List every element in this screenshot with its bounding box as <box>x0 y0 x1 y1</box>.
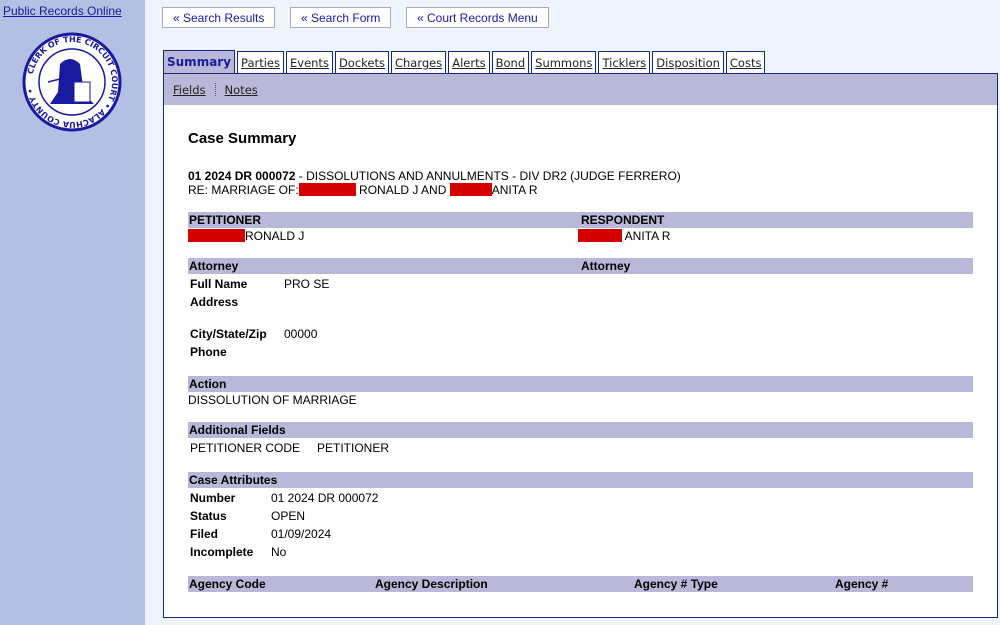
tab-events[interactable]: Events <box>286 51 333 74</box>
action-value: DISSOLUTION OF MARRIAGE <box>188 393 357 407</box>
petitioner-name-text: RONALD J <box>245 229 305 243</box>
petitioner-code-value: PETITIONER <box>317 441 390 455</box>
tab-ticklers[interactable]: Ticklers <box>598 51 651 74</box>
redaction <box>298 183 356 196</box>
re-prefix: RE: MARRIAGE OF: <box>188 183 299 197</box>
status-label: Status <box>190 509 227 523</box>
tab-summons[interactable]: Summons <box>531 51 597 74</box>
case-attributes-header: Case Attributes <box>188 472 973 488</box>
public-records-online-link[interactable]: Public Records Online <box>3 4 122 18</box>
sub-navigation: Fields Notes <box>164 74 997 105</box>
search-form-button[interactable]: « Search Form <box>290 7 392 28</box>
re-petitioner: RONALD J AND <box>355 183 450 197</box>
subnav-notes[interactable]: Notes <box>225 83 258 97</box>
tab-bar: Summary Parties Events Dockets Charges A… <box>163 50 766 74</box>
petitioner-header: PETITIONER <box>189 213 262 227</box>
case-heading: 01 2024 DR 000072 - DISSOLUTIONS AND ANN… <box>188 169 681 197</box>
search-results-button[interactable]: « Search Results <box>162 7 276 28</box>
sidebar: Public Records Online CLERK OF THE CIRCU… <box>0 0 145 625</box>
page-title: Case Summary <box>188 130 297 147</box>
status-value: OPEN <box>271 509 306 523</box>
respondent-name: ANITA R <box>578 229 670 243</box>
clerk-seal-logo: CLERK OF THE CIRCUIT COURT • ALACHUA COU… <box>22 32 122 132</box>
incomplete-label: Incomplete <box>190 545 254 559</box>
attorney-header-right: Attorney <box>581 259 631 273</box>
tab-summary[interactable]: Summary <box>163 50 236 74</box>
court-records-menu-button[interactable]: « Court Records Menu <box>406 7 549 28</box>
parties-header: PETITIONER RESPONDENT <box>188 212 973 228</box>
filed-label: Filed <box>190 527 219 541</box>
petitioner-name: RONALD J <box>188 229 304 243</box>
redaction <box>188 229 245 242</box>
respondent-header: RESPONDENT <box>581 213 665 227</box>
case-description: - DISSOLUTIONS AND ANNULMENTS - DIV DR2 … <box>295 169 681 183</box>
divider <box>214 83 216 96</box>
respondent-name-text: ANITA R <box>624 229 671 243</box>
col-agency-number: Agency # <box>835 577 889 591</box>
full-name-value: PRO SE <box>284 277 330 291</box>
action-header: Action <box>188 376 973 392</box>
phone-label: Phone <box>190 345 227 359</box>
redaction <box>449 183 492 196</box>
content-panel: Fields Notes Case Summary 01 2024 DR 0000… <box>163 73 998 618</box>
case-number: 01 2024 DR 000072 <box>188 169 296 183</box>
tab-dockets[interactable]: Dockets <box>334 51 389 74</box>
petitioner-code-label: PETITIONER CODE <box>190 441 301 455</box>
city-label: City/State/Zip <box>190 327 267 341</box>
additional-fields-header: Additional Fields <box>188 422 973 438</box>
tab-costs[interactable]: Costs <box>725 51 766 74</box>
tab-bond[interactable]: Bond <box>491 51 530 74</box>
col-agency-type: Agency # Type <box>634 577 718 591</box>
col-agency-description: Agency Description <box>375 577 488 591</box>
number-label: Number <box>190 491 236 505</box>
tab-disposition[interactable]: Disposition <box>652 51 724 74</box>
city-value: 00000 <box>284 327 318 341</box>
re-respondent: ANITA R <box>491 183 538 197</box>
subnav-fields[interactable]: Fields <box>173 83 206 97</box>
redaction <box>578 229 622 242</box>
incomplete-value: No <box>271 545 287 559</box>
tab-alerts[interactable]: Alerts <box>448 51 490 74</box>
attorney-header: Attorney Attorney <box>188 258 973 274</box>
tab-charges[interactable]: Charges <box>390 51 447 74</box>
full-name-label: Full Name <box>190 277 248 291</box>
col-agency-code: Agency Code <box>189 577 266 591</box>
address-label: Address <box>190 295 239 309</box>
agency-table-header: Agency Code Agency Description Agency # … <box>188 576 973 592</box>
filed-value: 01/09/2024 <box>271 527 332 541</box>
tab-parties[interactable]: Parties <box>237 51 284 74</box>
attorney-header-left: Attorney <box>189 259 239 273</box>
number-value: 01 2024 DR 000072 <box>271 491 379 505</box>
